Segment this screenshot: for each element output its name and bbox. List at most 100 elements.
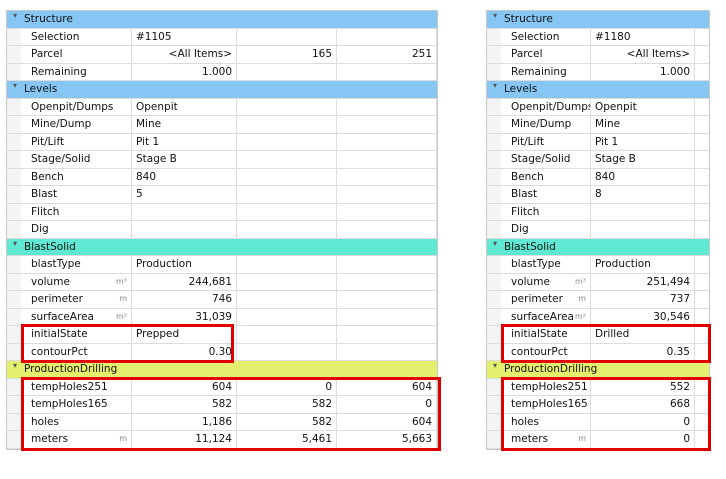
property-row-holes[interactable]: holes 1,186 582 604: [7, 413, 437, 431]
property-row-surfacearea[interactable]: surfaceArea m² 31,039: [7, 308, 437, 326]
value-cell[interactable]: 0: [237, 378, 337, 395]
property-row-openpit-dumps[interactable]: Openpit/Dumps Openpit: [487, 98, 709, 116]
value-cell[interactable]: [337, 186, 437, 203]
value-cell[interactable]: Mine: [591, 116, 695, 133]
value-cell[interactable]: 1,186: [132, 413, 237, 430]
property-row-tempholes251[interactable]: tempHoles251 604 0 604: [7, 378, 437, 396]
value-cell[interactable]: <All Items>: [591, 46, 695, 63]
property-row-mine-dump[interactable]: Mine/Dump Mine: [487, 116, 709, 134]
value-cell[interactable]: 1.000: [132, 63, 237, 80]
property-row-tempholes251[interactable]: tempHoles251 552: [487, 378, 709, 396]
property-row-pit-lift[interactable]: Pit/Lift Pit 1: [487, 133, 709, 151]
property-row-contourpct[interactable]: contourPct 0.35: [487, 343, 709, 361]
value-cell[interactable]: Openpit: [132, 98, 237, 115]
value-cell[interactable]: Pit 1: [132, 133, 237, 150]
value-cell[interactable]: 244,681: [132, 273, 237, 290]
value-cell[interactable]: Prepped: [132, 326, 237, 343]
property-row-selection[interactable]: Selection #1180: [487, 28, 709, 46]
property-row-bench[interactable]: Bench 840: [487, 168, 709, 186]
property-row-openpit-dumps[interactable]: Openpit/Dumps Openpit: [7, 98, 437, 116]
value-cell[interactable]: 0: [591, 413, 695, 430]
value-cell[interactable]: [237, 291, 337, 308]
value-cell[interactable]: 5,663: [337, 431, 437, 448]
chevron-down-icon[interactable]: ▾: [490, 361, 500, 370]
value-cell[interactable]: [337, 221, 437, 238]
value-cell[interactable]: 5,461: [237, 431, 337, 448]
value-cell[interactable]: 840: [132, 168, 237, 185]
value-cell[interactable]: 746: [132, 291, 237, 308]
property-row-tempholes165[interactable]: tempHoles165 582 582 0: [7, 396, 437, 414]
value-cell[interactable]: 604: [132, 378, 237, 395]
value-cell[interactable]: [337, 28, 437, 45]
property-row-stage-solid[interactable]: Stage/Solid Stage B: [487, 151, 709, 169]
value-cell[interactable]: [337, 203, 437, 220]
value-cell[interactable]: Openpit: [591, 98, 695, 115]
value-cell[interactable]: [132, 221, 237, 238]
value-cell[interactable]: [132, 203, 237, 220]
property-row-blast[interactable]: Blast 8: [487, 186, 709, 204]
value-cell[interactable]: [237, 221, 337, 238]
value-cell[interactable]: 737: [591, 291, 695, 308]
value-cell[interactable]: 668: [591, 396, 695, 413]
property-row-stage-solid[interactable]: Stage/Solid Stage B: [7, 151, 437, 169]
value-cell[interactable]: [591, 221, 695, 238]
chevron-down-icon[interactable]: ▾: [490, 81, 500, 90]
value-cell[interactable]: 5: [132, 186, 237, 203]
value-cell[interactable]: [337, 116, 437, 133]
value-cell[interactable]: #1105: [132, 28, 237, 45]
section-header-levels[interactable]: ▾ Levels: [7, 81, 437, 99]
value-cell[interactable]: [337, 98, 437, 115]
value-cell[interactable]: 0: [591, 431, 695, 448]
value-cell[interactable]: 582: [237, 396, 337, 413]
property-row-flitch[interactable]: Flitch: [487, 203, 709, 221]
property-row-holes[interactable]: holes 0: [487, 413, 709, 431]
value-cell[interactable]: 0.35: [591, 343, 695, 360]
property-row-tempholes165[interactable]: tempHoles165 668: [487, 396, 709, 414]
value-cell[interactable]: 8: [591, 186, 695, 203]
value-cell[interactable]: 31,039: [132, 308, 237, 325]
value-cell[interactable]: Mine: [132, 116, 237, 133]
value-cell[interactable]: [237, 308, 337, 325]
section-header-productiondrilling[interactable]: ▾ ProductionDrilling: [7, 361, 437, 379]
value-cell[interactable]: 251,494: [591, 273, 695, 290]
value-cell[interactable]: 552: [591, 378, 695, 395]
section-header-blastsolid[interactable]: ▾ BlastSolid: [7, 238, 437, 256]
value-cell[interactable]: Pit 1: [591, 133, 695, 150]
property-row-mine-dump[interactable]: Mine/Dump Mine: [7, 116, 437, 134]
property-row-initialstate[interactable]: initialState Drilled: [487, 326, 709, 344]
value-cell[interactable]: [237, 186, 337, 203]
value-cell[interactable]: 165: [237, 46, 337, 63]
property-row-perimeter[interactable]: perimeter m 737: [487, 291, 709, 309]
value-cell[interactable]: [337, 343, 437, 360]
chevron-down-icon[interactable]: ▾: [10, 81, 20, 90]
property-row-volume[interactable]: volume m³ 251,494: [487, 273, 709, 291]
property-row-meters[interactable]: meters m 0: [487, 431, 709, 449]
section-header-blastsolid[interactable]: ▾ BlastSolid: [487, 238, 709, 256]
value-cell[interactable]: 840: [591, 168, 695, 185]
property-row-blast[interactable]: Blast 5: [7, 186, 437, 204]
chevron-down-icon[interactable]: ▾: [10, 239, 20, 248]
value-cell[interactable]: [237, 168, 337, 185]
property-row-contourpct[interactable]: contourPct 0.30: [7, 343, 437, 361]
section-header-structure[interactable]: ▾ Structure: [487, 11, 709, 29]
value-cell[interactable]: [237, 116, 337, 133]
value-cell[interactable]: [237, 151, 337, 168]
chevron-down-icon[interactable]: ▾: [490, 239, 500, 248]
value-cell[interactable]: <All Items>: [132, 46, 237, 63]
property-row-remaining[interactable]: Remaining 1.000: [7, 63, 437, 81]
section-header-productiondrilling[interactable]: ▾ ProductionDrilling: [487, 361, 709, 379]
value-cell[interactable]: [237, 98, 337, 115]
value-cell[interactable]: [237, 203, 337, 220]
value-cell[interactable]: #1180: [591, 28, 695, 45]
value-cell[interactable]: 582: [237, 413, 337, 430]
value-cell[interactable]: 11,124: [132, 431, 237, 448]
value-cell[interactable]: Stage B: [591, 151, 695, 168]
value-cell[interactable]: [337, 256, 437, 273]
value-cell[interactable]: 604: [337, 378, 437, 395]
chevron-down-icon[interactable]: ▾: [10, 361, 20, 370]
value-cell[interactable]: 0: [337, 396, 437, 413]
value-cell[interactable]: [337, 133, 437, 150]
property-row-volume[interactable]: volume m³ 244,681: [7, 273, 437, 291]
value-cell[interactable]: [237, 343, 337, 360]
value-cell[interactable]: [591, 203, 695, 220]
